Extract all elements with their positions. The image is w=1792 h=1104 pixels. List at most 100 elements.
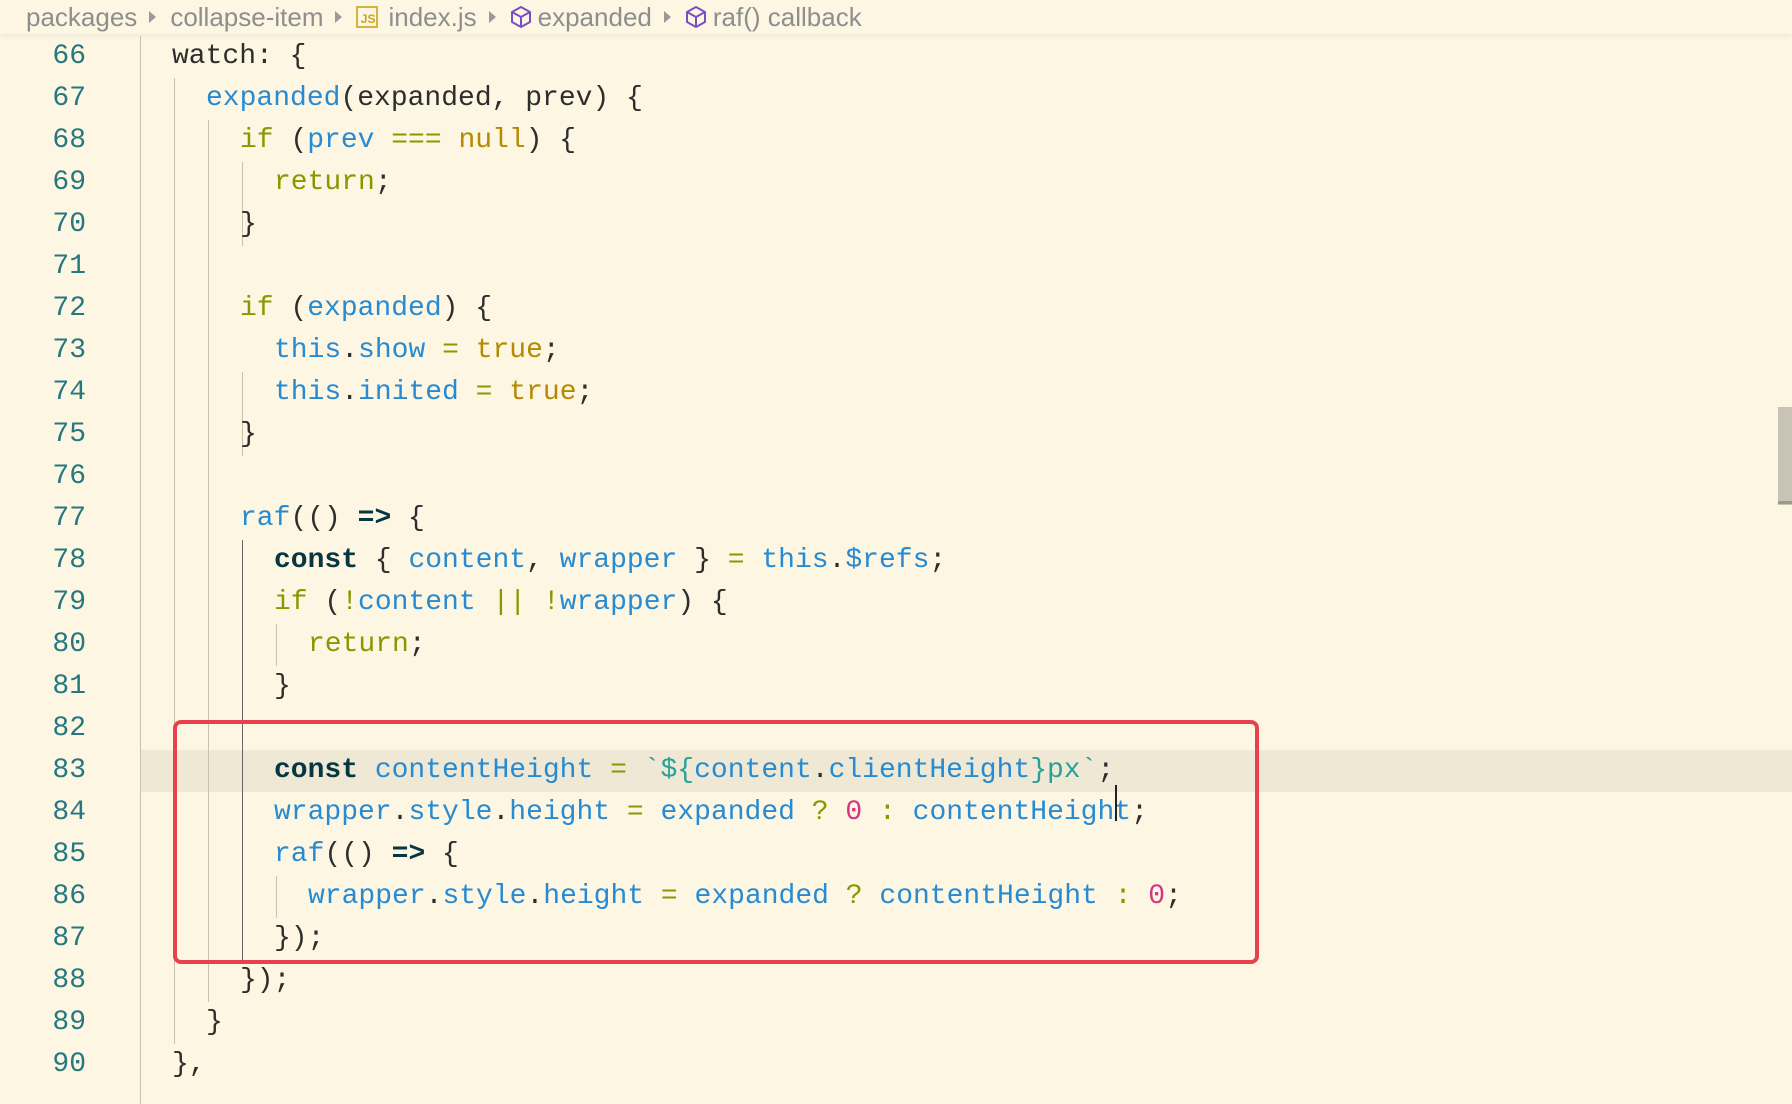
code-token: }: [240, 419, 257, 450]
breadcrumb-item-packages[interactable]: packages: [26, 2, 137, 33]
code-token: ,: [526, 545, 560, 576]
line-number[interactable]: 66: [0, 36, 86, 78]
line-number[interactable]: 68: [0, 120, 86, 162]
breadcrumb-item-raf-callback[interactable]: raf() callback: [685, 2, 862, 33]
code-text: expanded(expanded, prev) {: [206, 78, 643, 120]
code-token: =: [727, 545, 745, 576]
chevron-right-icon: [488, 11, 496, 23]
code-line[interactable]: 90},: [0, 1044, 1792, 1086]
line-number[interactable]: 89: [0, 1002, 86, 1044]
code-text: },: [172, 1044, 206, 1086]
line-number[interactable]: 79: [0, 582, 86, 624]
code-text: if (prev === null) {: [240, 120, 576, 162]
breadcrumb-item-index-js[interactable]: JS index.js: [356, 1, 477, 33]
code-token: {: [391, 503, 425, 534]
code-line[interactable]: 75}: [0, 414, 1792, 456]
code-line[interactable]: 89}: [0, 1002, 1792, 1044]
line-number[interactable]: 86: [0, 876, 86, 918]
code-token: this: [761, 545, 829, 576]
chevron-right-icon: [335, 11, 343, 23]
code-token: ) {: [525, 125, 577, 156]
line-number[interactable]: 90: [0, 1044, 86, 1086]
code-line[interactable]: 78 const { content, wrapper } = this.$ref…: [0, 540, 1792, 582]
line-number[interactable]: 85: [0, 834, 86, 876]
code-text: return;: [274, 162, 392, 204]
line-number[interactable]: 80: [0, 624, 86, 666]
code-text: this.show = true;: [274, 330, 560, 372]
code-text: return;: [308, 624, 426, 666]
line-number[interactable]: 84: [0, 792, 86, 834]
code-line[interactable]: 69 return;: [0, 162, 1792, 204]
line-number[interactable]: 72: [0, 288, 86, 330]
line-number[interactable]: 76: [0, 456, 86, 498]
breadcrumb-item-expanded[interactable]: expanded: [510, 2, 652, 33]
line-number[interactable]: 73: [0, 330, 86, 372]
code-line[interactable]: 71: [0, 246, 1792, 288]
line-number[interactable]: 83: [0, 750, 86, 792]
scrollbar-thumb[interactable]: [1778, 407, 1792, 505]
code-token: content: [408, 545, 527, 576]
code-text: }: [240, 204, 257, 246]
breadcrumb-label: raf() callback: [712, 1, 862, 32]
code-token: }: [240, 209, 257, 240]
code-text: watch: {: [172, 36, 306, 78]
code-token: expanded: [206, 83, 341, 114]
code-line[interactable]: 73 this.show = true;: [0, 330, 1792, 372]
code-line[interactable]: 72 if (expanded) {: [0, 288, 1792, 330]
code-line[interactable]: 67 expanded(expanded, prev) {: [0, 78, 1792, 120]
line-number[interactable]: 75: [0, 414, 86, 456]
breadcrumb-label: packages: [26, 1, 138, 32]
breadcrumb: packages collapse-item JS index.js expan…: [0, 0, 1792, 34]
code-line[interactable]: 79 if (!content || !wrapper) {: [0, 582, 1792, 624]
code-token: $refs: [845, 545, 930, 576]
line-number[interactable]: 74: [0, 372, 86, 414]
line-number[interactable]: 78: [0, 540, 86, 582]
code-text: }: [274, 666, 291, 708]
code-token: ;: [374, 167, 392, 198]
code-line[interactable]: 68 if (prev === null) {: [0, 120, 1792, 162]
code-text: const { content, wrapper } = this.$refs;: [274, 540, 946, 582]
code-line[interactable]: 76: [0, 456, 1792, 498]
code-line[interactable]: 77 raf(() => {: [0, 498, 1792, 540]
code-line[interactable]: 70}: [0, 204, 1792, 246]
breadcrumb-label: collapse-item: [170, 1, 324, 32]
line-number[interactable]: 70: [0, 204, 86, 246]
code-token: wrapper: [559, 545, 678, 576]
scrollbar-cursor-marker: [1778, 501, 1792, 504]
code-token: },: [172, 1049, 206, 1080]
line-number[interactable]: 87: [0, 918, 86, 960]
code-line[interactable]: 81}: [0, 666, 1792, 708]
breadcrumb-item-collapse-item[interactable]: collapse-item: [170, 2, 323, 33]
code-line[interactable]: 74 this.inited = true;: [0, 372, 1792, 414]
line-number[interactable]: 67: [0, 78, 86, 120]
code-token: {: [358, 545, 409, 576]
code-text: if (expanded) {: [240, 288, 492, 330]
code-token: =: [442, 335, 459, 366]
code-token: =>: [357, 503, 392, 534]
code-token: const: [274, 545, 359, 576]
code-line[interactable]: 88});: [0, 960, 1792, 1002]
line-number[interactable]: 69: [0, 162, 86, 204]
code-token: show: [358, 335, 426, 366]
code-token: content: [358, 587, 476, 618]
code-token: }: [677, 545, 728, 576]
code-token: !: [341, 587, 359, 618]
breadcrumb-label: index.js: [388, 1, 477, 32]
code-token: !: [542, 587, 560, 618]
code-line[interactable]: 80 return;: [0, 624, 1792, 666]
code-token: raf: [240, 503, 291, 534]
line-number[interactable]: 88: [0, 960, 86, 1002]
line-number[interactable]: 77: [0, 498, 86, 540]
line-number[interactable]: 71: [0, 246, 86, 288]
code-token: ((): [290, 503, 358, 534]
line-number[interactable]: 81: [0, 666, 86, 708]
chevron-right-icon: [663, 11, 671, 23]
code-line[interactable]: 66 watch: {: [0, 36, 1792, 78]
code-token: (expanded, prev) {: [340, 83, 643, 114]
line-number[interactable]: 82: [0, 708, 86, 750]
